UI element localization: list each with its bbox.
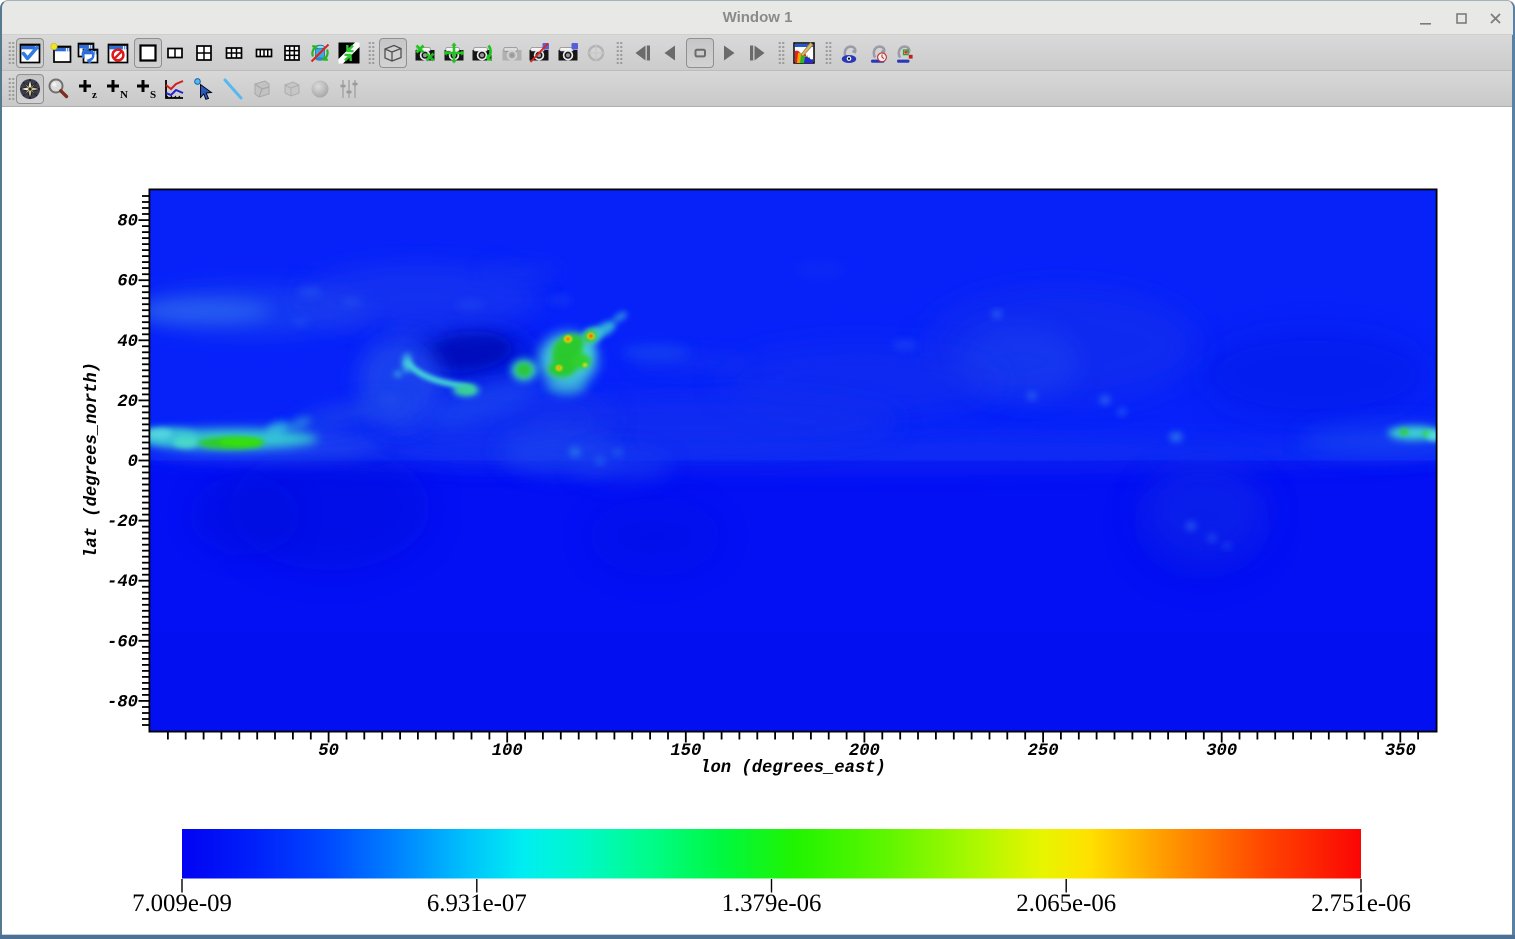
svg-text:300: 300	[1206, 742, 1237, 761]
svg-text:-40: -40	[107, 573, 138, 592]
svg-text:-80: -80	[107, 693, 138, 712]
svg-text:N: N	[120, 89, 128, 101]
svg-text:2.751e-06: 2.751e-06	[1311, 890, 1411, 917]
svg-text:lat (degrees_north): lat (degrees_north)	[83, 362, 102, 558]
svg-text:2.065e-06: 2.065e-06	[1016, 890, 1116, 917]
svg-text:-20: -20	[107, 513, 138, 532]
svg-text:150: 150	[670, 742, 701, 761]
svg-text:50: 50	[318, 742, 339, 761]
svg-text:80: 80	[117, 213, 138, 232]
svg-text:z: z	[92, 89, 97, 101]
svg-text:60: 60	[117, 273, 138, 292]
svg-text:0: 0	[128, 453, 138, 472]
svg-text:S: S	[150, 89, 156, 101]
svg-text:350: 350	[1385, 742, 1416, 761]
svg-text:100: 100	[492, 742, 523, 761]
svg-text:6.931e-07: 6.931e-07	[427, 890, 527, 917]
svg-text:20: 20	[117, 393, 138, 412]
svg-text:-60: -60	[107, 633, 138, 652]
svg-text:7.009e-09: 7.009e-09	[132, 890, 232, 917]
svg-text:250: 250	[1028, 742, 1059, 761]
svg-text:lon (degrees_east): lon (degrees_east)	[700, 759, 886, 778]
svg-text:40: 40	[117, 333, 138, 352]
svg-text:1.379e-06: 1.379e-06	[722, 890, 822, 917]
